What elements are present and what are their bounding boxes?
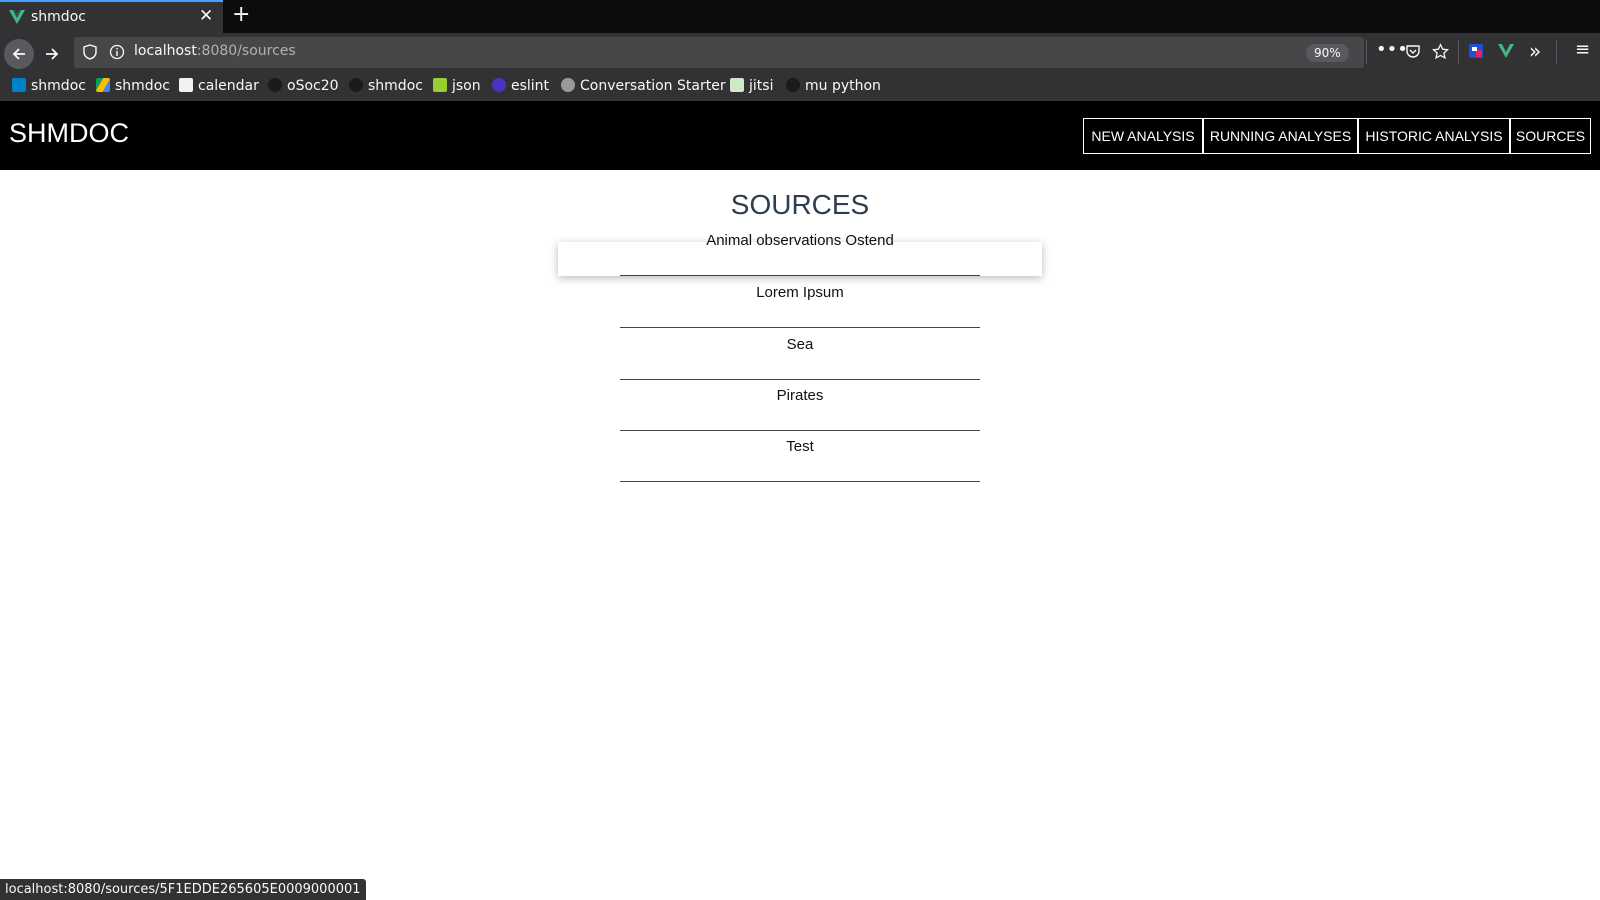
vue-favicon-icon — [9, 10, 25, 24]
bookmark-label: jitsi — [749, 78, 774, 94]
nav-historic-analysis[interactable]: HISTORIC ANALYSIS — [1358, 118, 1510, 154]
bookmark-item[interactable]: jitsi — [730, 78, 773, 94]
new-tab-icon[interactable]: + — [232, 2, 250, 27]
jitsi-icon — [730, 78, 744, 92]
source-label: Lorem Ipsum — [756, 284, 844, 301]
toolbar-divider — [1556, 40, 1557, 64]
zoom-level-button[interactable]: 90% — [1306, 44, 1349, 62]
vue-devtools-icon[interactable] — [1498, 43, 1514, 59]
tab-title: shmdoc — [31, 9, 86, 25]
source-label: Pirates — [776, 387, 824, 404]
hamburger-menu-icon[interactable]: ≡ — [1575, 39, 1590, 60]
bookmark-star-icon[interactable] — [1432, 43, 1449, 60]
source-item[interactable]: Sea — [620, 329, 980, 380]
page-actions-icon[interactable]: ••• — [1376, 39, 1408, 60]
tracking-shield-icon[interactable] — [82, 44, 98, 60]
source-label: Animal observations Ostend — [706, 232, 894, 249]
tab-strip: shmdoc ✕ + — [0, 0, 1600, 33]
bookmark-label: json — [452, 78, 481, 94]
bookmark-label: Conversation Starter — [580, 78, 726, 94]
source-item[interactable]: Animal observations Ostend — [620, 225, 980, 276]
source-item[interactable]: Pirates — [620, 380, 980, 431]
bookmark-item[interactable]: mu python — [786, 78, 881, 94]
bookmark-item[interactable]: oSoc20 — [268, 78, 339, 94]
bookmark-label: eslint — [511, 78, 550, 94]
app-brand[interactable]: SHMDOC — [9, 118, 129, 149]
navigation-toolbar: localhost:8080/sources 90% ••• » ≡ — [0, 33, 1600, 73]
url-path: :8080/sources — [196, 43, 296, 59]
source-item[interactable]: Test — [620, 431, 980, 482]
forward-button[interactable] — [37, 39, 67, 69]
overflow-chevron-icon[interactable]: » — [1529, 39, 1541, 63]
nav-running-analyses[interactable]: RUNNING ANALYSES — [1203, 118, 1358, 154]
bookmark-item[interactable]: shmdoc — [12, 78, 86, 94]
url-text: localhost:8080/sources — [134, 43, 296, 59]
calendar-icon — [179, 78, 193, 92]
container-extension-icon[interactable] — [1468, 43, 1484, 59]
divider — [620, 481, 980, 482]
source-label: Sea — [786, 336, 814, 353]
bookmarks-toolbar: shmdoc shmdoc calendar oSoc20 shmdoc jso… — [0, 73, 1600, 101]
nextcloud-icon — [12, 78, 26, 92]
globe-icon — [561, 78, 575, 92]
bookmark-label: shmdoc — [368, 78, 423, 94]
toolbar-divider — [1458, 40, 1459, 64]
bookmark-item[interactable]: shmdoc — [349, 78, 423, 94]
app-header: SHMDOC NEW ANALYSIS RUNNING ANALYSES HIS… — [0, 101, 1600, 170]
nav-new-analysis[interactable]: NEW ANALYSIS — [1083, 118, 1203, 154]
toolbar-divider — [1366, 40, 1367, 64]
source-label: Test — [786, 438, 814, 455]
back-arrow-icon — [12, 48, 25, 60]
divider — [620, 275, 980, 276]
status-bar-link-preview: localhost:8080/sources/5F1EDDE265605E000… — [0, 879, 366, 900]
back-button[interactable] — [4, 39, 34, 69]
json-icon — [433, 78, 447, 92]
bookmark-item[interactable]: Conversation Starter — [561, 78, 726, 94]
address-bar[interactable]: localhost:8080/sources 90% — [74, 37, 1364, 68]
eslint-icon — [492, 78, 506, 92]
divider — [620, 327, 980, 328]
page-title: SOURCES — [730, 189, 870, 220]
pocket-icon[interactable] — [1405, 43, 1421, 59]
active-tab[interactable]: shmdoc ✕ — [0, 0, 223, 33]
nav-sources[interactable]: SOURCES — [1510, 118, 1591, 154]
bookmark-label: shmdoc — [31, 78, 86, 94]
bookmark-item[interactable]: calendar — [179, 78, 259, 94]
bookmark-item[interactable]: shmdoc — [96, 78, 170, 94]
bookmark-label: oSoc20 — [287, 78, 339, 94]
site-info-icon[interactable] — [109, 44, 125, 60]
bookmark-label: shmdoc — [115, 78, 170, 94]
bookmark-item[interactable]: json — [433, 78, 481, 94]
google-drive-icon — [96, 78, 110, 92]
github-icon — [786, 78, 800, 92]
bookmark-label: calendar — [198, 78, 259, 94]
close-tab-icon[interactable]: ✕ — [199, 6, 213, 26]
bookmark-item[interactable]: eslint — [492, 78, 549, 94]
source-item[interactable]: Lorem Ipsum — [620, 277, 980, 328]
bookmark-label: mu python — [805, 78, 881, 94]
url-host: localhost — [134, 43, 197, 59]
github-icon — [268, 78, 282, 92]
forward-arrow-icon — [46, 48, 59, 60]
github-icon — [349, 78, 363, 92]
